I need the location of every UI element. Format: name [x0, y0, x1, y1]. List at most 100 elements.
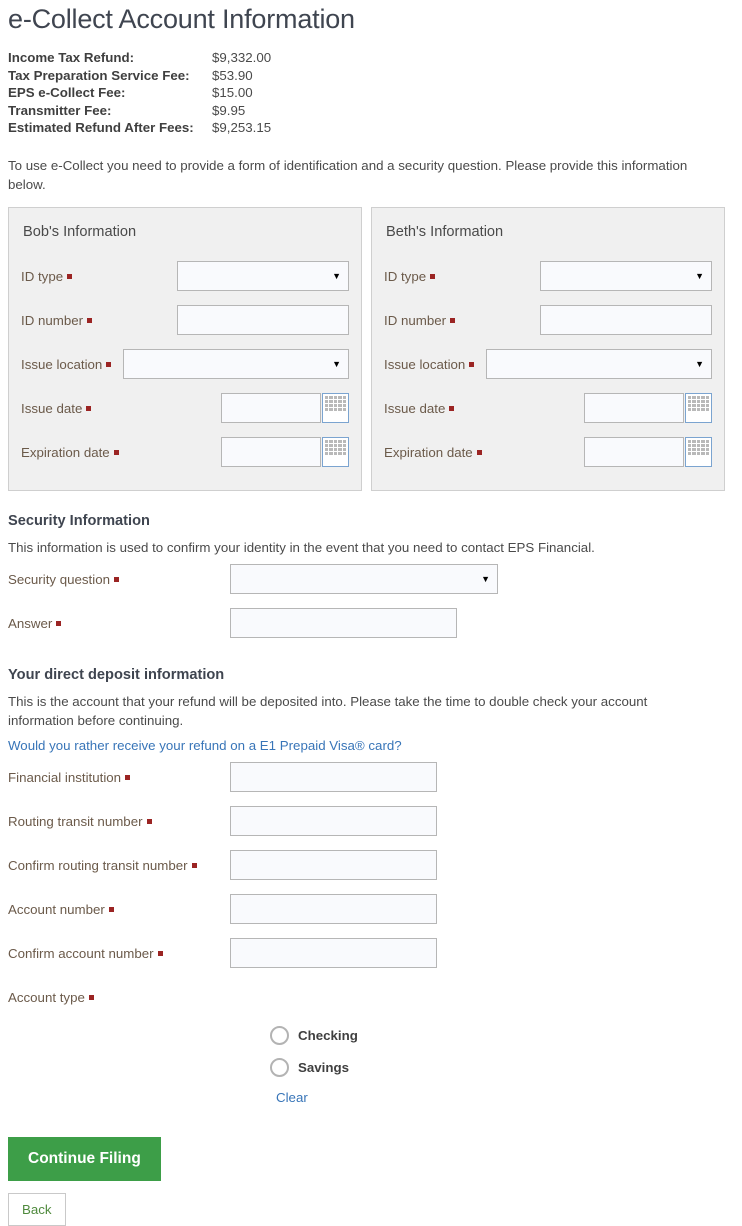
calendar-icon[interactable] — [322, 437, 349, 468]
fee-label: EPS e-Collect Fee: — [8, 85, 126, 101]
required-dot-icon — [449, 405, 455, 411]
field-row-id-type: ID type ▼ — [384, 254, 712, 298]
field-row-security-question: Security question ▼ — [8, 557, 734, 601]
security-section-title: Security Information — [8, 513, 150, 530]
fee-label: Estimated Refund After Fees: — [8, 120, 194, 136]
required-dot-icon — [106, 361, 112, 367]
continue-filing-button[interactable]: Continue Filing — [8, 1137, 161, 1182]
required-dot-icon — [157, 950, 163, 956]
required-dot-icon — [87, 317, 93, 323]
chevron-down-icon: ▼ — [695, 270, 704, 281]
fee-row: Transmitter Fee: $9.95 — [8, 102, 734, 120]
calendar-icon[interactable] — [322, 393, 349, 424]
fee-label: Income Tax Refund: — [8, 50, 135, 65]
required-dot-icon — [114, 576, 119, 582]
intro-text: To use e-Collect you need to provide a f… — [8, 157, 688, 192]
page-root: e-Collect Account Information Income Tax… — [0, 0, 742, 1226]
security-description: This information is used to confirm your… — [8, 540, 595, 556]
identification-panels: Bob's Information ID type ▼ ID number Is… — [8, 207, 734, 492]
clear-link[interactable]: Clear — [276, 1090, 308, 1105]
confirm-routing-number-input[interactable] — [230, 850, 437, 881]
account-type-label: Account type — [8, 990, 230, 1005]
issue-location-select[interactable]: ▼ — [486, 349, 712, 380]
radio-option-checking[interactable]: Checking — [270, 1019, 734, 1051]
id-type-select[interactable]: ▼ — [177, 261, 349, 292]
required-dot-icon — [108, 906, 114, 912]
field-row-issue-location: Issue location ▼ — [21, 342, 349, 386]
account-number-input[interactable] — [230, 894, 437, 925]
routing-number-label: Routing transit number — [8, 814, 230, 829]
radio-option-savings[interactable]: Savings — [270, 1051, 734, 1083]
id-number-input[interactable] — [540, 305, 712, 336]
prepaid-card-link[interactable]: Would you rather receive your refund on … — [8, 738, 402, 753]
financial-institution-label: Financial institution — [8, 770, 230, 785]
chevron-down-icon: ▼ — [332, 358, 341, 369]
field-row-confirm-routing-number: Confirm routing transit number — [8, 843, 734, 887]
id-number-label: ID number — [21, 313, 93, 328]
issue-location-select[interactable]: ▼ — [123, 349, 349, 380]
id-number-input[interactable] — [177, 305, 349, 336]
fee-value: $9.95 — [212, 102, 246, 118]
id-number-label: ID number — [384, 313, 456, 328]
issue-date-label: Issue date — [21, 401, 92, 416]
account-type-radio-group: Checking Savings Clear — [8, 1019, 734, 1107]
issue-date-label: Issue date — [384, 401, 455, 416]
radio-checking-label: Checking — [298, 1027, 358, 1043]
id-type-select[interactable]: ▼ — [540, 261, 712, 292]
field-row-expiration-date: Expiration date — [384, 430, 712, 474]
panel-title: Beth's Information — [386, 224, 504, 241]
fee-row: Tax Preparation Service Fee: $53.90 — [8, 67, 734, 85]
security-answer-label: Answer — [8, 616, 230, 631]
id-panel-spouse: Beth's Information ID type ▼ ID number I… — [371, 207, 725, 492]
issue-location-label: Issue location — [384, 357, 475, 372]
fee-value: $9,253.15 — [212, 120, 272, 136]
field-row-issue-location: Issue location ▼ — [384, 342, 712, 386]
expiration-date-input[interactable] — [221, 437, 321, 468]
security-question-select[interactable]: ▼ — [230, 564, 498, 595]
field-row-issue-date: Issue date — [384, 386, 712, 430]
calendar-icon[interactable] — [685, 437, 712, 468]
field-row-account-number: Account number — [8, 887, 734, 931]
required-dot-icon — [86, 405, 92, 411]
radio-savings-icon[interactable] — [270, 1057, 289, 1077]
expiration-date-input[interactable] — [584, 437, 684, 468]
calendar-icon[interactable] — [685, 393, 712, 424]
back-button[interactable]: Back — [8, 1193, 66, 1226]
fee-row: Income Tax Refund: $9,332.00 — [8, 49, 734, 67]
id-type-label: ID type — [21, 269, 73, 284]
fee-value: $53.90 — [212, 67, 253, 83]
fee-value: $15.00 — [212, 85, 253, 101]
field-row-issue-date: Issue date — [21, 386, 349, 430]
confirm-routing-number-label: Confirm routing transit number — [8, 858, 230, 873]
confirm-account-number-input[interactable] — [230, 938, 437, 969]
fee-row: Estimated Refund After Fees: $9,253.15 — [8, 119, 734, 137]
radio-checking-icon[interactable] — [270, 1025, 289, 1045]
required-dot-icon — [450, 317, 456, 323]
field-row-id-type: ID type ▼ — [21, 254, 349, 298]
issue-date-input[interactable] — [584, 393, 684, 424]
chevron-down-icon: ▼ — [332, 270, 341, 281]
financial-institution-input[interactable] — [230, 762, 437, 793]
security-answer-input[interactable] — [230, 608, 457, 639]
issue-date-input[interactable] — [221, 393, 321, 424]
account-number-label: Account number — [8, 902, 230, 917]
field-row-id-number: ID number — [384, 298, 712, 342]
required-dot-icon — [125, 774, 131, 780]
chevron-down-icon: ▼ — [695, 358, 704, 369]
required-dot-icon — [469, 361, 475, 367]
required-dot-icon — [476, 449, 482, 455]
required-dot-icon — [146, 818, 152, 824]
routing-number-input[interactable] — [230, 806, 437, 837]
required-dot-icon — [56, 620, 62, 626]
page-title: e-Collect Account Information — [8, 4, 355, 34]
field-row-account-type: Account type — [8, 975, 734, 1019]
required-dot-icon — [67, 273, 73, 279]
chevron-down-icon: ▼ — [481, 573, 490, 584]
field-row-financial-institution: Financial institution — [8, 755, 734, 799]
id-type-label: ID type — [384, 269, 436, 284]
panel-title: Bob's Information — [23, 224, 137, 241]
field-row-id-number: ID number — [21, 298, 349, 342]
required-dot-icon — [88, 994, 94, 1000]
radio-savings-label: Savings — [298, 1059, 349, 1075]
expiration-date-label: Expiration date — [21, 445, 119, 460]
